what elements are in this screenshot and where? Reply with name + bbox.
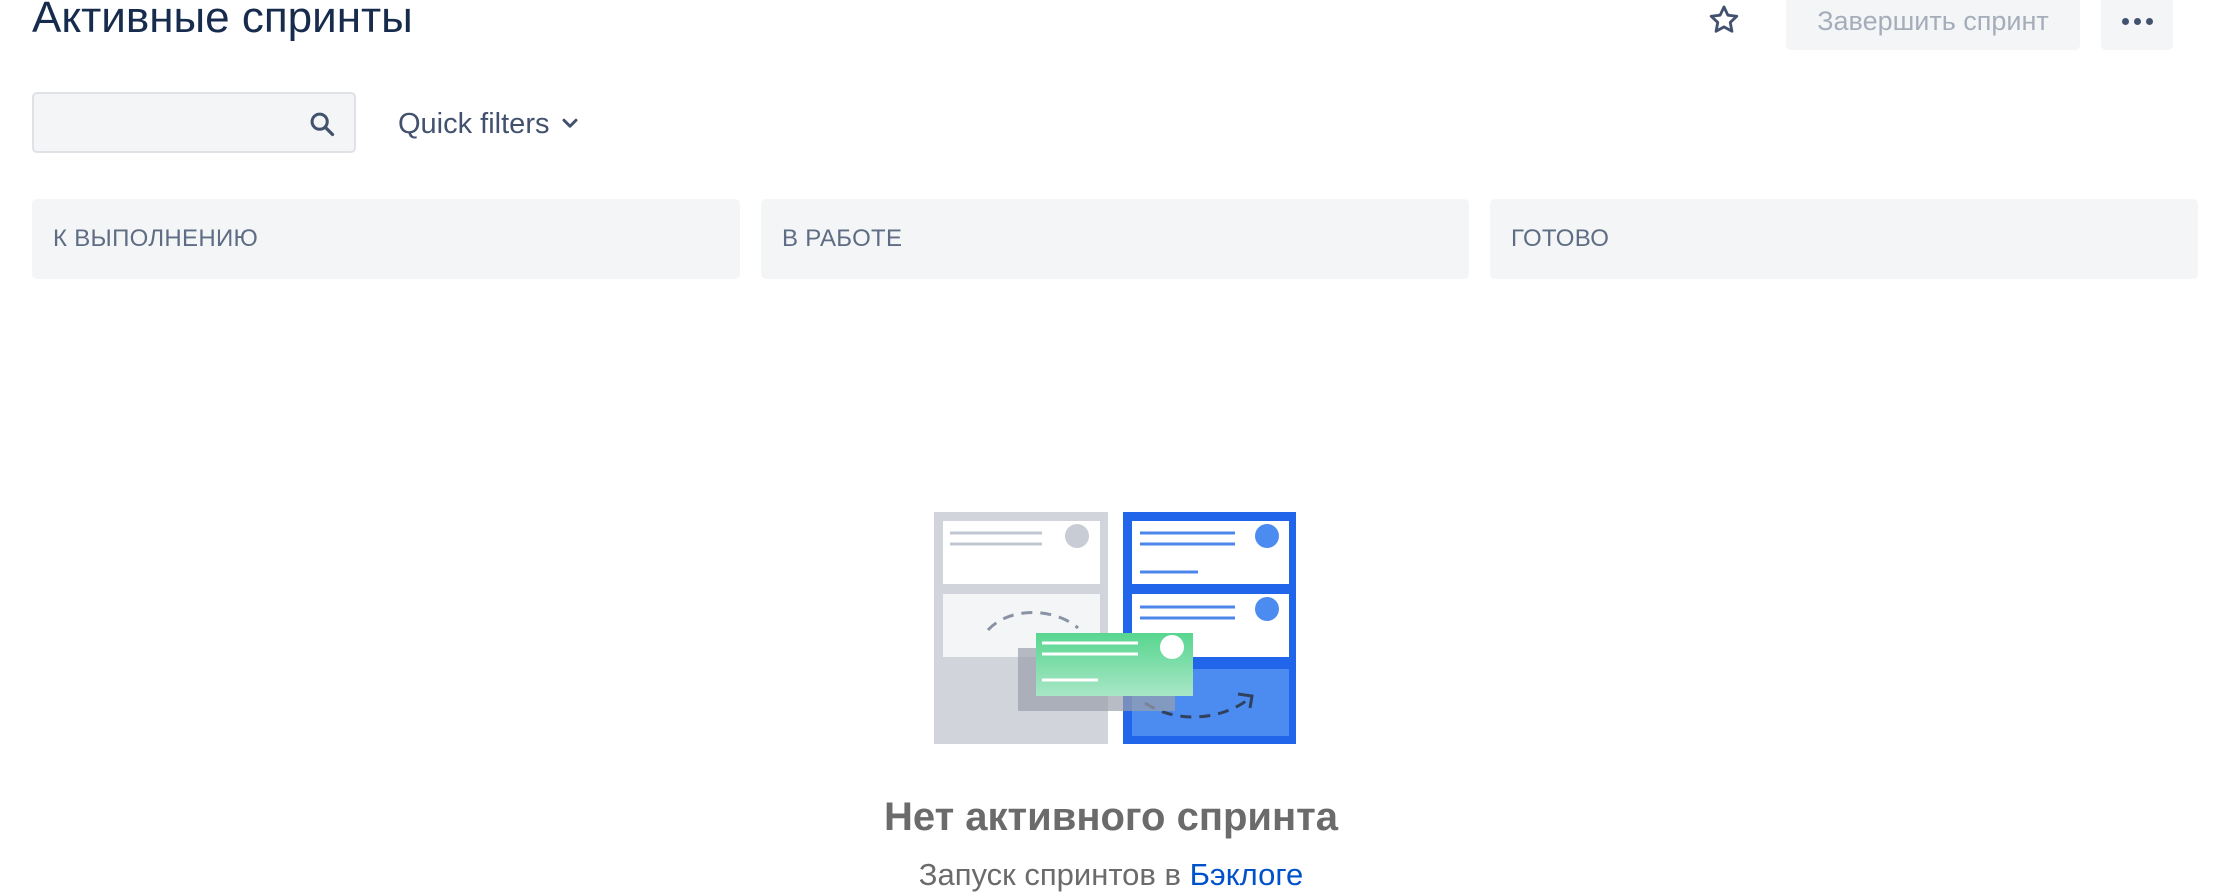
star-icon	[1709, 5, 1739, 33]
more-horizontal-icon	[2121, 17, 2129, 25]
empty-state-subtitle-text: Запуск спринтов в	[918, 857, 1190, 892]
more-icon-dot	[2133, 17, 2141, 25]
column-header-todo: К ВЫПОЛНЕНИЮ	[32, 199, 740, 279]
complete-sprint-button[interactable]: Завершить спринт	[1786, 0, 2080, 50]
star-button[interactable]	[1704, 0, 1744, 40]
chevron-down-icon	[562, 118, 578, 128]
search-box	[32, 92, 356, 153]
column-header-done: ГОТОВО	[1490, 199, 2198, 279]
search-input[interactable]	[34, 94, 294, 151]
empty-state-title: Нет активного спринта	[883, 795, 1339, 839]
more-icon-dot	[2145, 17, 2153, 25]
empty-state-subtitle: Запуск спринтов в Бэклоге	[0, 855, 2222, 895]
backlog-link[interactable]: Бэклоге	[1190, 857, 1304, 892]
search-icon[interactable]	[308, 110, 336, 138]
quick-filters-label: Quick filters	[398, 107, 550, 140]
page-title: Активные спринты	[32, 0, 413, 42]
column-header-in-progress: В РАБОТЕ	[761, 199, 1469, 279]
quick-filters-dropdown[interactable]: Quick filters	[398, 104, 579, 144]
board-illustration	[934, 512, 1296, 744]
more-actions-button[interactable]	[2101, 0, 2173, 50]
